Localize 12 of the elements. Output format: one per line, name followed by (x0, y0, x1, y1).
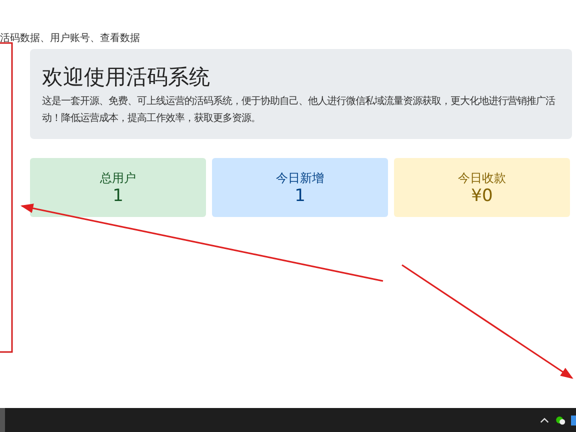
welcome-description: 这是一套开源、免费、可上线运营的活码系统，便于协助自己、他人进行微信私域流量资源获取，更大化地进行营销推广活动！降低运营成本，提高工作效率，获取更多资源。 (42, 94, 556, 126)
stat-label: 今日收款 (458, 170, 506, 186)
stat-label: 今日新增 (276, 170, 324, 186)
chat-bubbles-icon[interactable] (555, 414, 566, 426)
taskbar-edge (0, 408, 5, 432)
stat-value: 1 (294, 186, 306, 206)
breadcrumb-text: 活码数据、用户账号、查看数据 (0, 33, 140, 44)
welcome-title: 欢迎使用活码系统 (42, 64, 211, 91)
stat-value: 1 (112, 186, 124, 206)
stat-label: 总用户 (100, 170, 136, 186)
app-icon[interactable] (571, 414, 576, 426)
stat-value: ¥0 (471, 186, 493, 206)
